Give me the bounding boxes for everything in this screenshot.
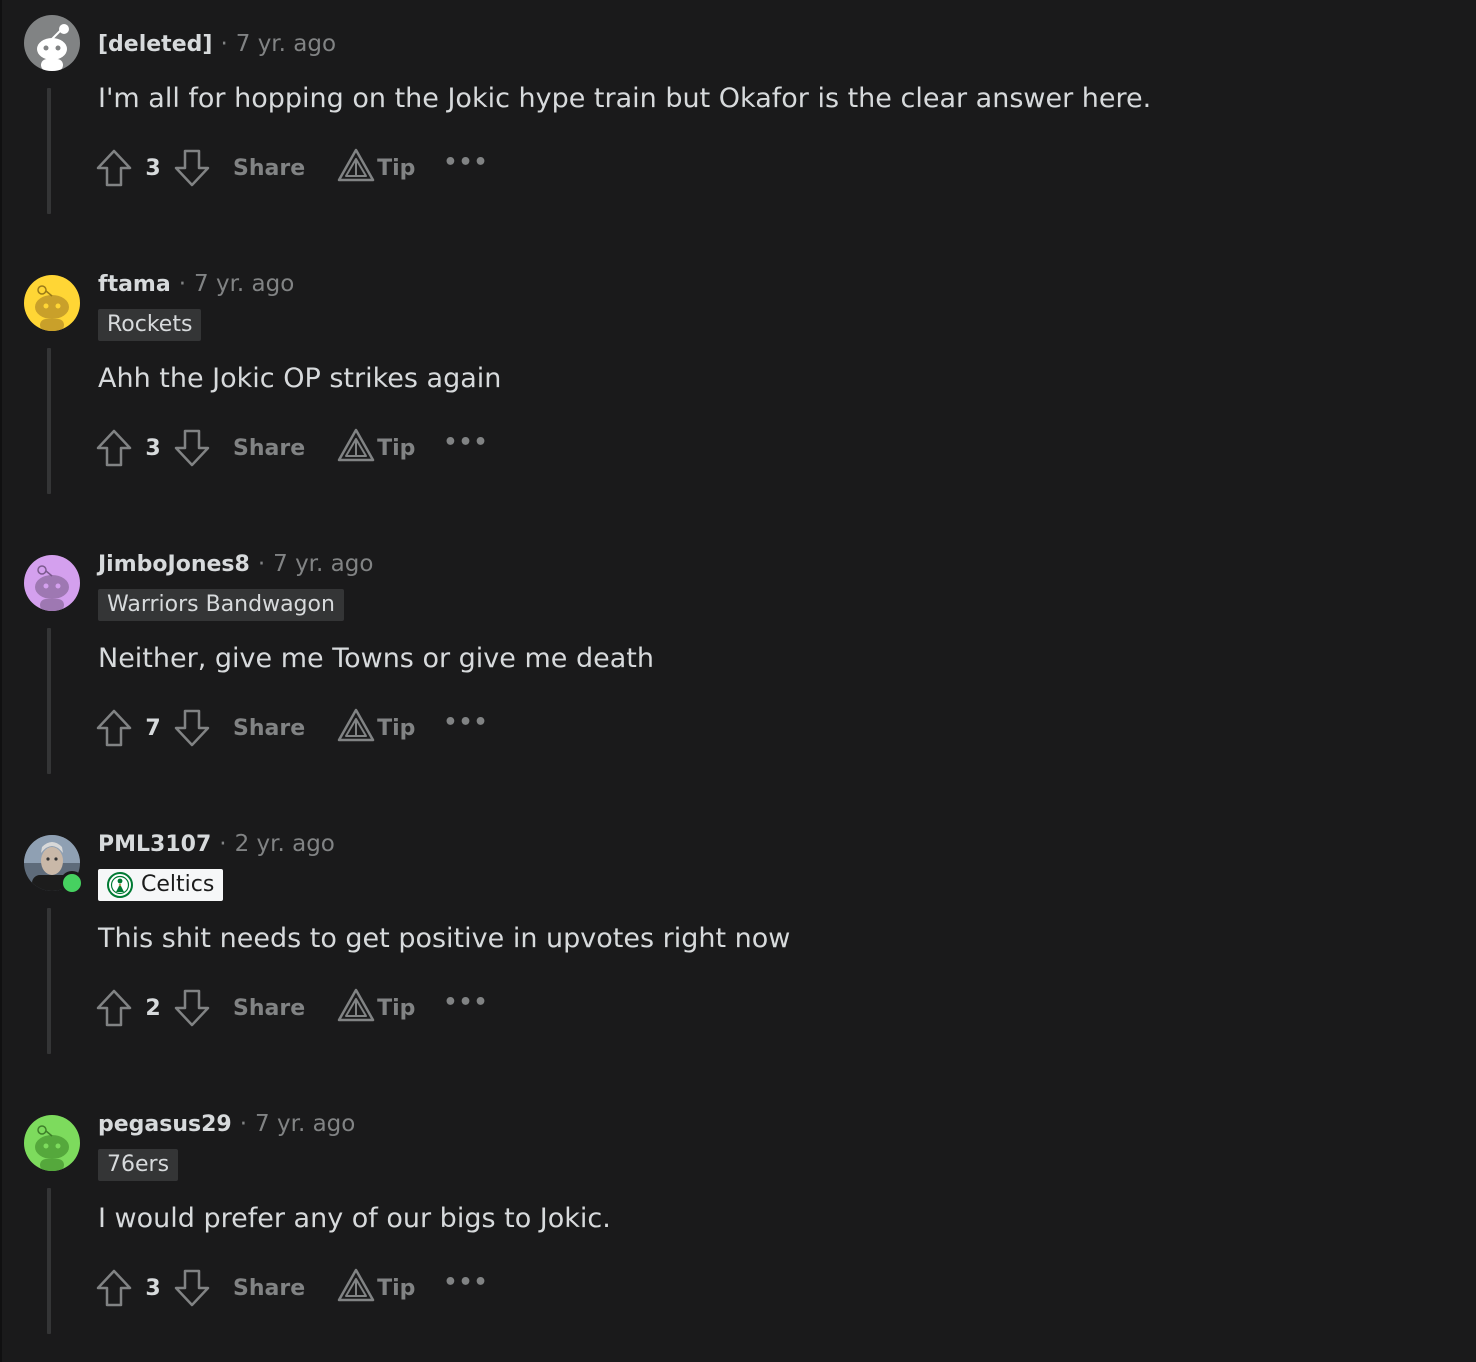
timestamp[interactable]: 7 yr. ago bbox=[236, 31, 336, 57]
more-options-icon[interactable]: ••• bbox=[443, 150, 488, 175]
flair-text: Celtics bbox=[141, 872, 215, 897]
comment-body: I'm all for hopping on the Jokic hype tr… bbox=[98, 83, 1152, 114]
tip-button[interactable]: Tip bbox=[337, 1268, 415, 1308]
page-edge bbox=[0, 0, 2, 1362]
comment-meta: pegasus29 · 7 yr. ago bbox=[98, 1107, 355, 1142]
thread-line[interactable] bbox=[47, 348, 51, 494]
separator: · bbox=[257, 551, 266, 577]
avatar[interactable] bbox=[24, 275, 80, 331]
arrow-up-icon[interactable] bbox=[95, 988, 133, 1028]
tip-triangle-icon bbox=[337, 148, 377, 188]
share-button[interactable]: Share bbox=[233, 156, 305, 181]
thread-line[interactable] bbox=[47, 908, 51, 1054]
thread-line[interactable] bbox=[47, 1188, 51, 1334]
tip-triangle-icon bbox=[337, 708, 377, 748]
user-flair: Rockets bbox=[98, 309, 202, 341]
timestamp[interactable]: 2 yr. ago bbox=[235, 831, 335, 857]
username[interactable]: [deleted] bbox=[98, 32, 212, 57]
timestamp[interactable]: 7 yr. ago bbox=[194, 271, 294, 297]
thread-line[interactable] bbox=[47, 88, 51, 214]
arrow-down-icon[interactable] bbox=[173, 148, 211, 188]
tip-label: Tip bbox=[377, 715, 416, 741]
avatar[interactable] bbox=[24, 1115, 80, 1171]
user-flair: 76ers bbox=[98, 1149, 179, 1181]
tip-triangle-icon bbox=[337, 988, 377, 1028]
arrow-up-icon[interactable] bbox=[95, 428, 133, 468]
user-flair: Celtics bbox=[98, 869, 224, 901]
more-options-icon[interactable]: ••• bbox=[443, 1270, 488, 1295]
comment-body: This shit needs to get positive in upvot… bbox=[98, 923, 791, 954]
comment-body: Ahh the Jokic OP strikes again bbox=[98, 363, 502, 394]
arrow-up-icon[interactable] bbox=[95, 1268, 133, 1308]
vote-count: 3 bbox=[145, 1275, 161, 1301]
arrow-down-icon[interactable] bbox=[173, 988, 211, 1028]
username[interactable]: JimboJones8 bbox=[98, 552, 250, 577]
arrow-up-icon[interactable] bbox=[95, 148, 133, 188]
comment-actions: 3 Share Tip ••• bbox=[95, 146, 489, 190]
tip-label: Tip bbox=[377, 1275, 416, 1301]
tip-label: Tip bbox=[377, 155, 416, 181]
more-options-icon[interactable]: ••• bbox=[443, 430, 488, 455]
user-flair: Warriors Bandwagon bbox=[98, 589, 344, 621]
comment-actions: 2 Share Tip ••• bbox=[95, 986, 489, 1030]
tip-button[interactable]: Tip bbox=[337, 428, 415, 468]
online-status-indicator bbox=[60, 871, 84, 895]
timestamp[interactable]: 7 yr. ago bbox=[273, 551, 373, 577]
vote-count: 3 bbox=[145, 155, 161, 181]
thread-line[interactable] bbox=[47, 628, 51, 774]
comment-meta: ftama · 7 yr. ago bbox=[98, 267, 294, 302]
comment-actions: 3 Share Tip ••• bbox=[95, 1266, 489, 1310]
share-button[interactable]: Share bbox=[233, 436, 305, 461]
comment-meta: JimboJones8 · 7 yr. ago bbox=[98, 547, 373, 582]
tip-triangle-icon bbox=[337, 1268, 377, 1308]
tip-label: Tip bbox=[377, 435, 416, 461]
comment-body: I would prefer any of our bigs to Jokic. bbox=[98, 1203, 611, 1234]
username[interactable]: pegasus29 bbox=[98, 1112, 232, 1137]
tip-button[interactable]: Tip bbox=[337, 988, 415, 1028]
comment-actions: 3 Share Tip ••• bbox=[95, 426, 489, 470]
comment-actions: 7 Share Tip ••• bbox=[95, 706, 489, 750]
tip-button[interactable]: Tip bbox=[337, 148, 415, 188]
avatar[interactable] bbox=[24, 555, 80, 611]
vote-count: 2 bbox=[145, 995, 161, 1021]
more-options-icon[interactable]: ••• bbox=[443, 710, 488, 735]
arrow-down-icon[interactable] bbox=[173, 708, 211, 748]
username[interactable]: ftama bbox=[98, 272, 171, 297]
arrow-down-icon[interactable] bbox=[173, 428, 211, 468]
more-options-icon[interactable]: ••• bbox=[443, 990, 488, 1015]
separator: · bbox=[220, 31, 228, 57]
comment-meta: [deleted] · 7 yr. ago bbox=[98, 27, 336, 62]
arrow-up-icon[interactable] bbox=[95, 708, 133, 748]
username[interactable]: PML3107 bbox=[98, 832, 211, 857]
separator: · bbox=[178, 271, 187, 297]
avatar[interactable] bbox=[24, 15, 80, 71]
comment-meta: PML3107 · 2 yr. ago bbox=[98, 827, 335, 862]
tip-button[interactable]: Tip bbox=[337, 708, 415, 748]
arrow-down-icon[interactable] bbox=[173, 1268, 211, 1308]
tip-label: Tip bbox=[377, 995, 416, 1021]
celtics-logo-icon bbox=[107, 872, 133, 898]
share-button[interactable]: Share bbox=[233, 716, 305, 741]
share-button[interactable]: Share bbox=[233, 1276, 305, 1301]
comment-body: Neither, give me Towns or give me death bbox=[98, 643, 654, 674]
vote-count: 3 bbox=[145, 435, 161, 461]
separator: · bbox=[219, 831, 227, 857]
share-button[interactable]: Share bbox=[233, 996, 305, 1021]
tip-triangle-icon bbox=[337, 428, 377, 468]
timestamp[interactable]: 7 yr. ago bbox=[255, 1111, 355, 1137]
separator: · bbox=[239, 1111, 248, 1137]
vote-count: 7 bbox=[145, 715, 161, 741]
